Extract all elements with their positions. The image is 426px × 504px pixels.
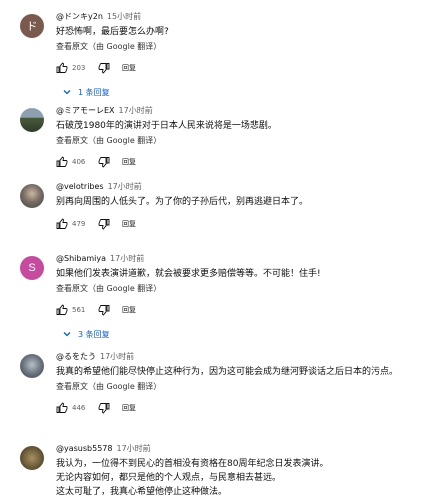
comment-time[interactable]: 15小时前	[107, 12, 141, 21]
like-count: 561	[72, 306, 86, 314]
comment-text: 石破茂1980年的演讲对于日本人民来说将是一场悲剧。	[56, 121, 277, 131]
comment-author[interactable]: @ミアモーレEX	[56, 106, 115, 115]
comment-text-line: 这太可耻了，我真心希望他停止这种做法。	[56, 487, 228, 497]
reply-button[interactable]: 回复	[122, 219, 136, 229]
avatar[interactable]	[20, 184, 44, 208]
reply-button[interactable]: 回复	[122, 157, 136, 167]
thumbs-down-icon[interactable]	[98, 304, 110, 316]
thumbs-down-icon[interactable]	[98, 156, 110, 168]
translate-link[interactable]: 查看原文（由 Google 翻译）	[56, 134, 416, 147]
comment-text-line: 我认为，一位得不到民心的首相没有资格在80周年纪念日发表演讲。	[56, 459, 329, 469]
thumbs-up-icon[interactable]	[56, 304, 68, 316]
comment-time[interactable]: 17小时前	[100, 352, 134, 361]
reply-button[interactable]: 回复	[122, 63, 136, 73]
comment-author[interactable]: @ドンキy2n	[56, 12, 103, 21]
thumbs-up-icon[interactable]	[56, 62, 68, 74]
like-count: 479	[72, 220, 86, 228]
like-count: 203	[72, 64, 86, 72]
avatar[interactable]	[20, 108, 44, 132]
comment-text: 好恐怖啊，最后要怎么办啊?	[56, 27, 169, 37]
comment-time[interactable]: 17小时前	[108, 182, 142, 191]
avatar[interactable]	[20, 446, 44, 470]
comment-author[interactable]: @Shibamiya	[56, 254, 106, 263]
reply-button[interactable]: 回复	[122, 403, 136, 413]
avatar[interactable]: S	[20, 256, 44, 280]
comment-time[interactable]: 17小时前	[116, 444, 150, 453]
comment-time[interactable]: 17小时前	[110, 254, 144, 263]
avatar[interactable]	[20, 354, 44, 378]
avatar[interactable]: ド	[20, 14, 44, 38]
thumbs-down-icon[interactable]	[98, 402, 110, 414]
comment-author[interactable]: @るをたう	[56, 352, 96, 361]
translate-link[interactable]: 查看原文（由 Google 翻译）	[56, 40, 416, 53]
replies-count: 1 条回复	[78, 87, 110, 97]
comment-text: 如果他们发表演讲道歉，就会被要求更多赔偿等等。不可能！住手!	[56, 269, 321, 279]
reply-button[interactable]: 回复	[122, 305, 136, 315]
thumbs-down-icon[interactable]	[98, 62, 110, 74]
comment-time[interactable]: 17小时前	[119, 106, 153, 115]
replies-count: 3 条回复	[78, 329, 110, 339]
comment-text: 我真的希望他们能尽快停止这种行为，因为这可能会成为继河野谈话之后日本的污点。	[56, 367, 399, 377]
comment-text: 别再向周围的人低头了。为了你的子孙后代，别再逃避日本了。	[56, 197, 309, 207]
like-count: 446	[72, 404, 86, 412]
thumbs-down-icon[interactable]	[98, 218, 110, 230]
translate-link[interactable]: 查看原文（由 Google 翻译）	[56, 380, 416, 393]
chevron-down-icon	[62, 87, 72, 97]
translate-link[interactable]: 查看原文（由 Google 翻译）	[56, 282, 416, 295]
avatar-letter: S	[28, 262, 36, 274]
like-count: 406	[72, 158, 86, 166]
thumbs-up-icon[interactable]	[56, 402, 68, 414]
comment-author[interactable]: @yasusb5578	[56, 444, 112, 453]
comment-author[interactable]: @velotribes	[56, 182, 104, 191]
view-replies-button[interactable]: 1 条回复	[62, 86, 416, 98]
thumbs-up-icon[interactable]	[56, 218, 68, 230]
thumbs-up-icon[interactable]	[56, 156, 68, 168]
comment-text-line: 无论内容如何，都只是他的个人观点，与民意相去甚远。	[56, 473, 282, 483]
view-replies-button[interactable]: 3 条回复	[62, 328, 416, 340]
avatar-letter: ド	[26, 21, 38, 33]
chevron-down-icon	[62, 329, 72, 339]
